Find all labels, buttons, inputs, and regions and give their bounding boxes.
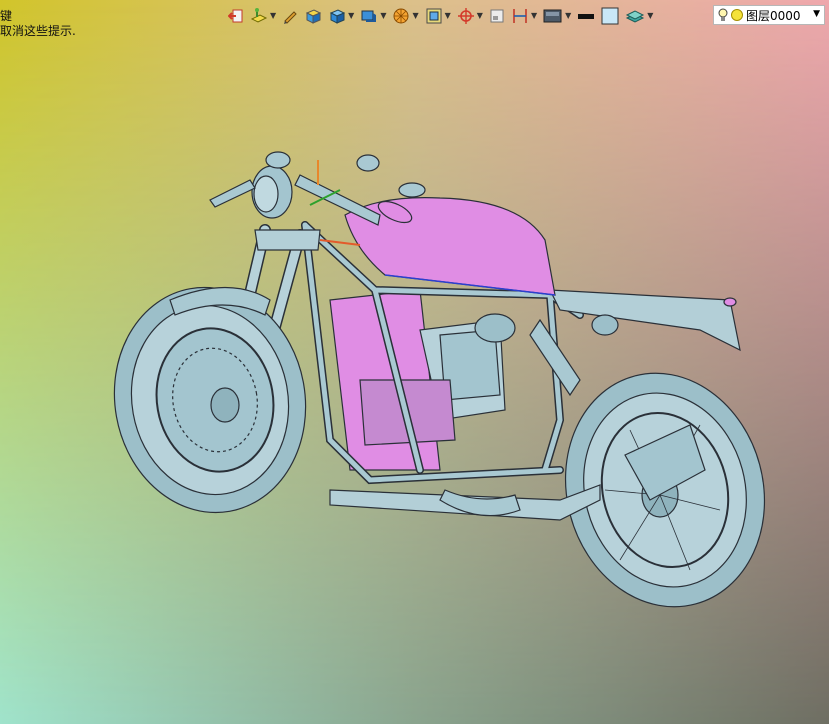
- line-color-button[interactable]: [577, 4, 595, 28]
- air-filter[interactable]: [474, 313, 516, 343]
- cube-view-button[interactable]: ▼: [328, 4, 354, 28]
- sphere-grid-button[interactable]: ▼: [392, 4, 419, 28]
- chevron-down-icon: ▼: [565, 11, 572, 20]
- section-view-button[interactable]: ▼: [425, 4, 451, 28]
- exit-sketch-icon: [228, 9, 243, 23]
- display-mode-icon: [543, 9, 562, 23]
- view-toolbar: ▼ ▼ ▼ ▼ ▼ ▼ ▼ ▼ ▼: [228, 3, 659, 29]
- hint-line-2: 取消这些提示.: [0, 24, 76, 38]
- hint-text: 键 取消这些提示.: [0, 9, 76, 39]
- layer-manager-button[interactable]: ▼: [625, 4, 653, 28]
- pen-icon: [284, 11, 297, 24]
- chevron-down-icon: ▼: [444, 11, 451, 20]
- datum-plane-icon: [250, 8, 268, 23]
- solid-box-button[interactable]: [304, 4, 322, 28]
- layer-stack-icon: [626, 10, 645, 23]
- render-style-button[interactable]: ▼: [360, 4, 386, 28]
- chevron-down-icon: ▼: [270, 11, 277, 20]
- dimension-button[interactable]: ▼: [511, 4, 537, 28]
- fill-color-button[interactable]: [601, 4, 619, 28]
- 3d-viewport[interactable]: 键 取消这些提示. ▼ ▼ ▼ ▼ ▼ ▼ ▼ ▼ ▼ 图层0000 ▼: [0, 0, 829, 724]
- motorcycle-model[interactable]: [0, 0, 829, 724]
- front-wheel[interactable]: [97, 272, 323, 528]
- chevron-down-icon: ▼: [380, 11, 387, 20]
- exit-sketch-button[interactable]: [228, 4, 244, 28]
- layer-name: 图层0000: [746, 8, 801, 23]
- snap-target-icon: [457, 8, 474, 24]
- fill-color-swatch-icon: [601, 7, 619, 25]
- chevron-down-icon[interactable]: ▼: [813, 9, 820, 19]
- rear-subframe[interactable]: [549, 289, 741, 352]
- sphere-grid-icon: [393, 8, 409, 24]
- left-handlebar[interactable]: [209, 179, 256, 208]
- right-handlebar[interactable]: [294, 174, 381, 226]
- line-color-swatch-icon: [578, 14, 595, 19]
- lightbulb-icon[interactable]: [718, 8, 728, 22]
- fuel-tank[interactable]: [344, 197, 556, 296]
- layer-active-icon[interactable]: [731, 9, 743, 21]
- render-style-icon: [361, 10, 377, 22]
- frame-icon: [490, 9, 504, 23]
- solid-box-icon: [305, 9, 322, 24]
- chevron-down-icon: ▼: [412, 11, 419, 20]
- chevron-down-icon: ▼: [647, 11, 654, 20]
- cube-view-icon: [329, 9, 346, 24]
- pen-button[interactable]: [282, 4, 298, 28]
- section-view-icon: [426, 8, 442, 24]
- chevron-down-icon: ▼: [530, 11, 538, 20]
- frame-button[interactable]: [489, 4, 505, 28]
- hint-line-1: 键: [0, 9, 13, 23]
- datum-plane-button[interactable]: ▼: [250, 4, 276, 28]
- chevron-down-icon: ▼: [348, 11, 355, 20]
- snap-target-button[interactable]: ▼: [457, 4, 483, 28]
- dimension-icon: [513, 9, 527, 23]
- layer-select[interactable]: 图层0000 ▼: [713, 5, 825, 25]
- display-mode-button[interactable]: ▼: [543, 4, 571, 28]
- chevron-down-icon: ▼: [476, 11, 483, 20]
